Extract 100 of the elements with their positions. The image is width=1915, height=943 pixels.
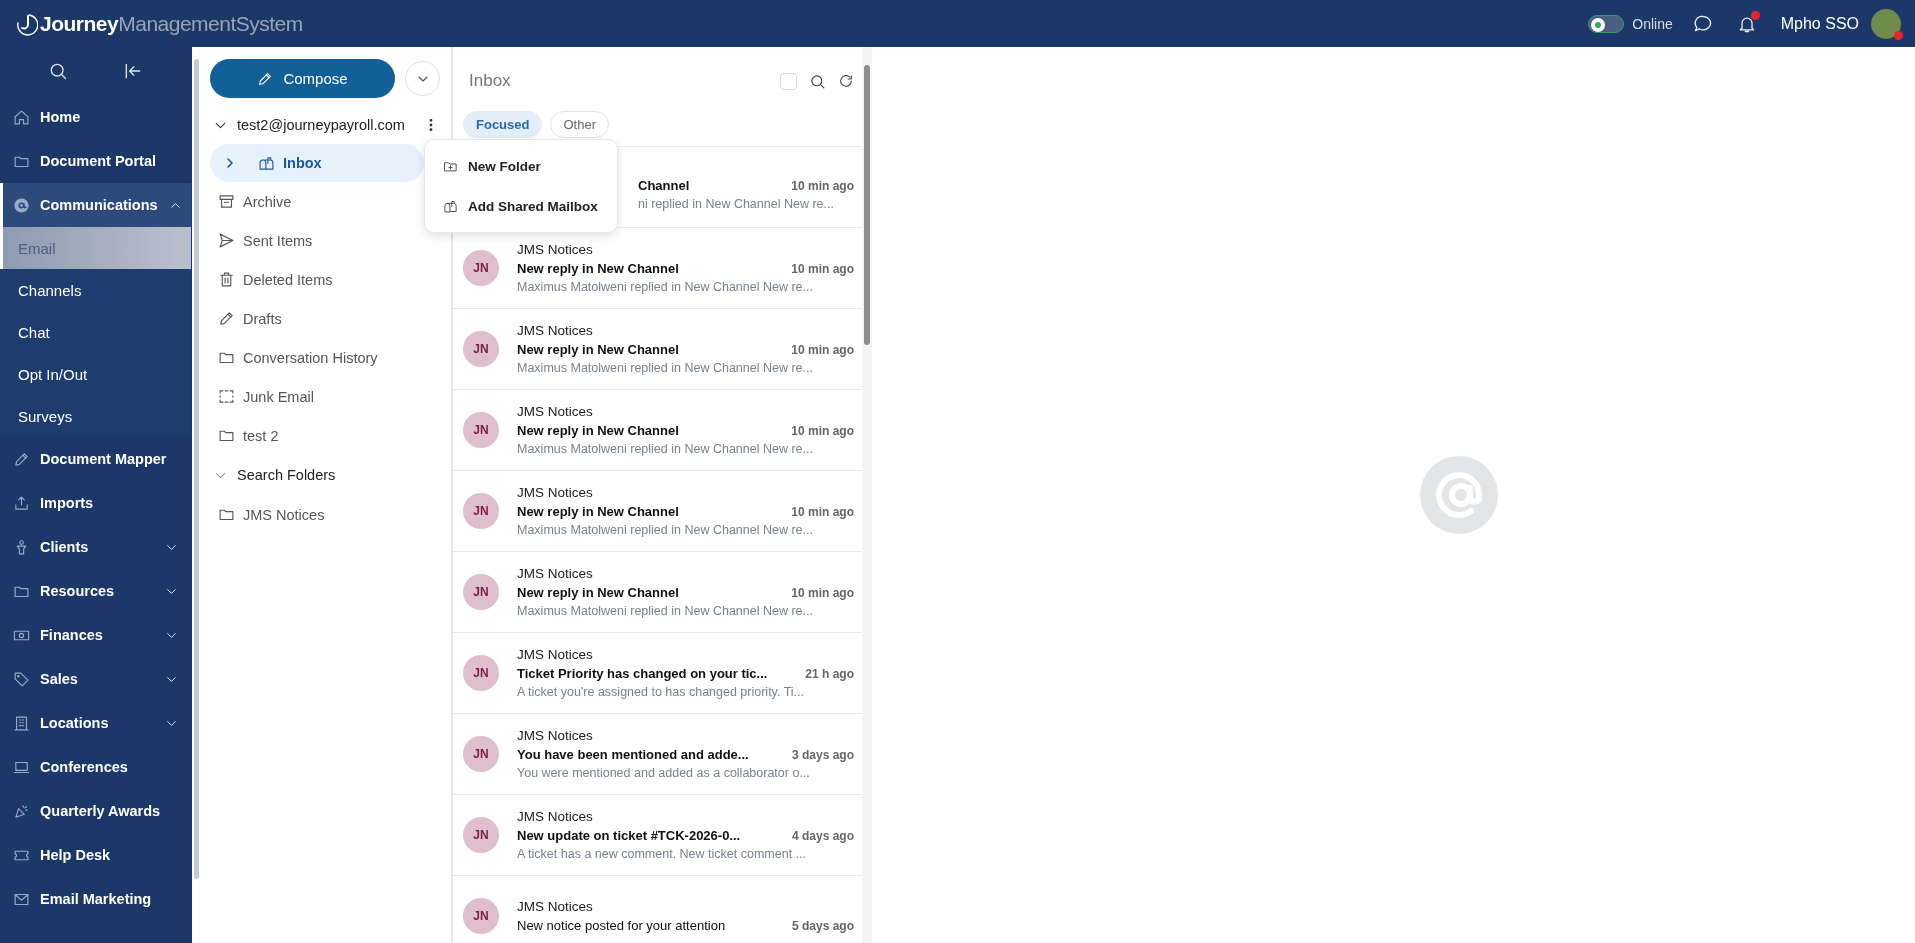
upload-icon: [13, 494, 30, 512]
message-preview: Maximus Matolweni replied in New Channel New re...: [517, 361, 814, 375]
compose-button[interactable]: Compose: [210, 59, 395, 98]
sender-name: JMS Notices: [517, 647, 594, 662]
status-toggle[interactable]: [1588, 14, 1625, 33]
sidebar-item[interactable]: Locations: [0, 701, 191, 745]
sender-name: JMS Notices: [517, 404, 594, 419]
user-name: Mpho SSO: [1780, 14, 1859, 33]
folder-item[interactable]: test 2: [210, 416, 415, 455]
avatar-placeholder[interactable]: [1871, 8, 1901, 39]
folder-item[interactable]: JMS Notices: [210, 495, 415, 534]
account-email: test2@journeypayroll.com: [237, 117, 405, 133]
sidebar-subitem[interactable]: Channels: [0, 269, 191, 311]
avatar: JN: [463, 898, 499, 934]
message-item[interactable]: JN JMS Notices New notice posted for your attention 5 days ago: [453, 876, 862, 943]
at-sign-icon: [13, 196, 30, 214]
message-preview: A ticket has a new comment. New ticket comment ...: [517, 847, 807, 861]
filter-tab[interactable]: Other: [550, 111, 609, 138]
sidebar-subitem[interactable]: Opt In/Out: [0, 353, 191, 395]
sidebar-item[interactable]: Home: [0, 95, 191, 139]
mailbox-icon: [258, 154, 275, 172]
status-label: Online: [1632, 15, 1673, 32]
sidebar-item[interactable]: Resources: [0, 569, 191, 613]
avatar: JN: [463, 412, 499, 448]
message-subject: New notice posted for your attention: [517, 918, 726, 933]
party-popper-icon: [13, 802, 30, 820]
message-subject: New reply in New Channel: [517, 342, 679, 357]
pencil-icon: [257, 70, 274, 87]
sender-name: JMS Notices: [517, 323, 594, 338]
sender-name: JMS Notices: [517, 566, 594, 581]
sender-name: JMS Notices: [517, 728, 594, 743]
message-item[interactable]: JN JMS Notices New reply in New Channel 10 min ago Maximus Matolweni replied in New Channel New re...: [453, 390, 862, 471]
message-subject: You have been mentioned and adde...: [517, 747, 749, 762]
avatar: JN: [463, 331, 499, 367]
message-subject: New reply in New Channel: [517, 504, 679, 519]
building-icon: [13, 714, 30, 732]
message-subject: New reply in New Channel: [517, 261, 679, 276]
message-time: 21 h ago: [805, 667, 854, 681]
sidebar-item[interactable]: Sales: [0, 657, 191, 701]
scrollbar[interactable]: [862, 47, 872, 943]
avatar: JN: [463, 817, 499, 853]
message-time: 10 min ago: [791, 505, 854, 519]
search-icon: [809, 72, 826, 90]
archive-box-icon: [218, 193, 235, 210]
folder-item[interactable]: Archive: [210, 182, 415, 221]
send-icon: [218, 232, 235, 249]
sidebar-item[interactable]: Quarterly Awards: [0, 789, 191, 833]
sidebar-item[interactable]: Document Mapper: [0, 437, 191, 481]
message-item[interactable]: JN JMS Notices You have been mentioned and adde... 3 days ago You were mentioned and added as a collaborator o...: [453, 714, 862, 795]
message-item[interactable]: JN JMS Notices New reply in New Channel 10 min ago Maximus Matolweni replied in New Channel New re...: [453, 309, 862, 390]
folder-item[interactable]: Conversation History: [210, 338, 415, 377]
pencil-icon: [218, 310, 235, 327]
sidebar-item[interactable]: Clients: [0, 525, 191, 569]
message-item[interactable]: JN JMS Notices Ticket Priority has changed on your tic... 21 h ago A ticket you're assigned to has changed priority. Ti...: [453, 633, 862, 714]
message-preview: Maximus Matolweni replied in New Channel New re...: [517, 604, 814, 618]
search-folders-toggle[interactable]: Search Folders: [210, 455, 336, 495]
sidebar-subitem[interactable]: Chat: [0, 311, 191, 353]
logo-icon: [14, 11, 38, 36]
sidebar-item[interactable]: Conferences: [0, 745, 191, 789]
message-preview: ni replied in New Channel New re...: [638, 196, 835, 211]
message-subject: New reply in New Channel: [517, 585, 679, 600]
scrollbar[interactable]: [192, 47, 200, 943]
chat-button[interactable]: [1692, 13, 1713, 34]
folder-item[interactable]: Inbox: [210, 144, 424, 182]
sidebar-item[interactable]: Email Marketing: [0, 877, 191, 921]
sender-name: JMS Notices: [517, 899, 594, 914]
sidebar-item[interactable]: Imports: [0, 481, 191, 525]
list-title: Inbox: [469, 71, 511, 91]
folder-item[interactable]: Deleted Items: [210, 260, 415, 299]
message-item[interactable]: JN JMS Notices New update on ticket #TCK-2026-0... 4 days ago A ticket has a new comment. New ticket comment ...: [453, 795, 862, 876]
mailbox-icon: [443, 198, 458, 214]
message-preview: You were mentioned and added as a collaborator o...: [517, 766, 811, 780]
avatar: JN: [463, 655, 499, 691]
folder-item[interactable]: Junk Email: [210, 377, 415, 416]
select-all-checkbox[interactable]: [780, 72, 797, 90]
message-subject: Channel: [638, 177, 690, 193]
sender-name: JMS Notices: [517, 809, 594, 824]
trash-icon: [218, 271, 235, 288]
sidebar-item[interactable]: Communications: [0, 183, 191, 227]
avatar: JN: [463, 250, 499, 286]
sender-name: JMS Notices: [517, 242, 594, 257]
message-subject: New update on ticket #TCK-2026-0...: [517, 828, 741, 843]
sidebar-item[interactable]: Help Desk: [0, 833, 191, 877]
message-preview: Maximus Matolweni replied in New Channel New re...: [517, 523, 814, 537]
at-sign-icon: [1419, 456, 1498, 534]
message-item[interactable]: JN JMS Notices New reply in New Channel 10 min ago Maximus Matolweni replied in New Channel New re...: [453, 552, 862, 633]
avatar: JN: [463, 493, 499, 529]
sidebar-item[interactable]: Finances: [0, 613, 191, 657]
sidebar-subitem[interactable]: Surveys: [0, 395, 191, 437]
filter-tab[interactable]: Focused: [463, 111, 543, 138]
search-button[interactable]: [809, 72, 826, 90]
sidebar-item[interactable]: Document Portal: [0, 139, 191, 183]
chat-icon: [1692, 13, 1713, 34]
message-item[interactable]: JN JMS Notices New reply in New Channel 10 min ago Maximus Matolweni replied in New Channel New re...: [453, 471, 862, 552]
folder-item[interactable]: Sent Items: [210, 221, 415, 260]
folder-item[interactable]: Drafts: [210, 299, 415, 338]
pencil-icon: [13, 450, 30, 468]
tag-icon: [13, 670, 30, 688]
sender-name: JMS Notices: [517, 485, 594, 500]
refresh-button[interactable]: [838, 73, 854, 89]
